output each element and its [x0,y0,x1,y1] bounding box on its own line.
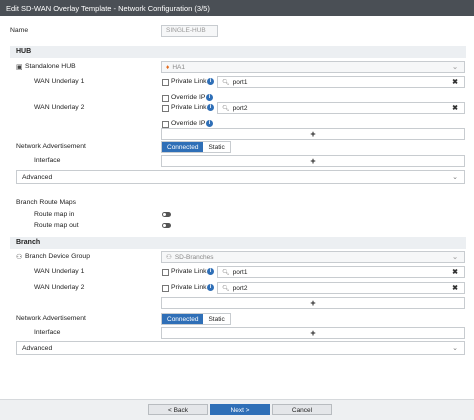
branch-advanced-label: Advanced [22,345,53,352]
dialog-title: Edit SD-WAN Overlay Template - Network C… [0,0,474,16]
branch-route-maps-label: Branch Route Maps [16,199,77,206]
route-map-out-toggle[interactable] [162,223,171,228]
branch-add-interface-button[interactable]: + [161,327,465,339]
hub-wan1-value: port1 [232,78,248,86]
hub-connected-option[interactable]: Connected [162,142,204,152]
hub-wan2-private-link-label: Private Link [171,104,207,111]
branch-wan1-private-link-checkbox[interactable] [162,269,169,276]
route-map-in-label: Route map in [34,211,75,218]
branch-device-group-value: SD-Branches [174,253,214,261]
hub-wan1-override-ip-checkbox[interactable] [162,95,169,102]
branch-wan2-private-link-checkbox[interactable] [162,285,169,292]
device-group-icon: ⚇ [16,254,23,261]
search-icon: 🔍︎ [222,105,230,112]
hub-add-interface-button[interactable]: + [161,155,465,167]
info-icon[interactable]: i [207,78,214,85]
hub-wan2-override-ip-label: Override IP [171,120,206,127]
standalone-hub-value: HA1 [172,63,185,71]
add-wan-underlay-button[interactable]: + [161,128,465,140]
device-group-icon: ⚇ [166,254,172,261]
clear-icon[interactable]: ✖ [452,78,458,86]
hub-netadv-label: Network Advertisement [16,143,86,150]
branch-device-group-label: Branch Device Group [25,253,90,260]
route-map-in-toggle[interactable] [162,212,171,217]
hub-netadv-toggle[interactable]: Connected Static [161,141,231,153]
device-icon: ▣ [16,64,23,71]
chevron-down-icon: ⌄ [452,64,458,71]
branch-wan1-label: WAN Underlay 1 [34,268,85,275]
route-map-out-label: Route map out [34,222,79,229]
name-label: Name [10,27,29,34]
standalone-hub-label: Standalone HUB [25,63,76,70]
hub-wan1-private-link-checkbox[interactable] [162,79,169,86]
clear-icon[interactable]: ✖ [452,268,458,276]
info-icon[interactable]: i [206,94,213,101]
hub-advanced-label: Advanced [22,174,53,181]
hub-wan1-private-link-label: Private Link [171,78,207,85]
hub-wan1-override-ip-label: Override IP [171,94,206,101]
branch-section-header: Branch [10,237,466,249]
name-input[interactable]: SINGLE-HUB [161,25,218,37]
branch-advanced-panel[interactable]: Advanced ⌄ [16,341,465,355]
info-icon[interactable]: i [207,268,214,275]
branch-connected-option[interactable]: Connected [162,314,204,324]
hub-wan1-select[interactable]: 🔍︎ port1 ✖ [217,76,465,88]
branch-wan2-label: WAN Underlay 2 [34,284,85,291]
hub-wan2-select[interactable]: 🔍︎ port2 ✖ [217,102,465,114]
chevron-down-icon: ⌄ [452,174,458,181]
branch-wan1-value: port1 [232,268,248,276]
cancel-button[interactable]: Cancel [272,404,332,415]
back-button[interactable]: < Back [148,404,208,415]
branch-device-group-select[interactable]: ⚇ SD-Branches ⌄ [161,251,465,263]
search-icon: 🔍︎ [222,79,230,86]
hub-wan1-label: WAN Underlay 1 [34,78,85,85]
branch-wan2-select[interactable]: 🔍︎ port2 ✖ [217,282,465,294]
branch-static-option[interactable]: Static [203,314,230,324]
search-icon: 🔍︎ [222,269,230,276]
branch-wan2-private-link-label: Private Link [171,284,207,291]
info-icon[interactable]: i [207,104,214,111]
clear-icon[interactable]: ✖ [452,284,458,292]
hub-wan2-override-ip-checkbox[interactable] [162,121,169,128]
standalone-hub-select[interactable]: ♦ HA1 ⌄ [161,61,465,73]
next-button[interactable]: Next > [210,404,270,415]
hub-interface-label: Interface [34,157,61,164]
info-icon[interactable]: i [207,284,214,291]
chevron-down-icon: ⌄ [452,254,458,261]
branch-wan1-private-link-label: Private Link [171,268,207,275]
hub-static-option[interactable]: Static [203,142,230,152]
hub-wan2-label: WAN Underlay 2 [34,104,85,111]
branch-add-wan-underlay-button[interactable]: + [161,297,465,309]
branch-interface-label: Interface [34,329,61,336]
clear-icon[interactable]: ✖ [452,104,458,112]
hub-advanced-panel[interactable]: Advanced ⌄ [16,170,465,184]
cluster-icon: ♦ [166,63,170,71]
branch-netadv-toggle[interactable]: Connected Static [161,313,231,325]
hub-wan2-value: port2 [232,104,248,112]
branch-wan1-select[interactable]: 🔍︎ port1 ✖ [217,266,465,278]
branch-wan2-value: port2 [232,284,248,292]
hub-section-header: HUB [10,46,466,58]
chevron-down-icon: ⌄ [452,345,458,352]
search-icon: 🔍︎ [222,285,230,292]
info-icon[interactable]: i [206,120,213,127]
hub-wan2-private-link-checkbox[interactable] [162,105,169,112]
branch-netadv-label: Network Advertisement [16,315,86,322]
